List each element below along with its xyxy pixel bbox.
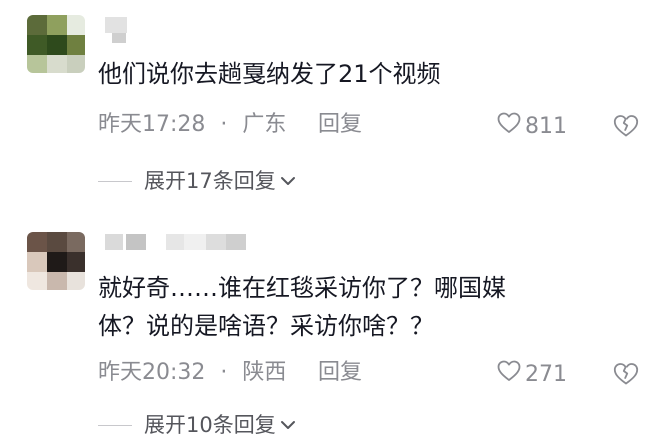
broken-heart-icon <box>613 115 639 142</box>
chevron-down-icon <box>280 175 296 187</box>
expand-replies-button[interactable]: 展开10条回复 <box>98 412 296 438</box>
dislike-button[interactable] <box>613 362 641 388</box>
broken-heart-icon <box>613 363 639 390</box>
expand-replies-label: 展开10条回复 <box>144 413 276 437</box>
expand-replies-button[interactable]: 展开17条回复 <box>98 168 296 194</box>
heart-icon <box>497 112 521 141</box>
comment-time: 昨天17:28 <box>98 112 206 137</box>
divider-dash <box>98 180 132 182</box>
comment-location: 广东 <box>242 112 287 137</box>
expand-replies-label: 展开17条回复 <box>144 169 276 193</box>
divider-dash <box>98 424 132 426</box>
reply-button[interactable]: 回复 <box>318 112 362 138</box>
like-count: 811 <box>525 113 567 139</box>
heart-icon <box>497 360 521 389</box>
chevron-down-icon <box>280 419 296 431</box>
comment-meta: 昨天17:28 · 广东 <box>98 112 286 138</box>
like-count: 271 <box>525 361 567 387</box>
avatar[interactable] <box>27 232 85 290</box>
meta-separator: · <box>220 112 228 137</box>
reply-button[interactable]: 回复 <box>318 360 362 386</box>
comment-location: 陕西 <box>242 360 287 385</box>
comment-time: 昨天20:32 <box>98 360 206 385</box>
dislike-button[interactable] <box>613 114 641 140</box>
comment-text-line-1: 就好奇……谁在红毯采访你了？哪国媒 <box>98 274 506 302</box>
comment-text-line-2: 体？说的是啥语？采访你啥？？ <box>98 312 434 340</box>
like-button[interactable]: 271 <box>497 360 567 389</box>
like-button[interactable]: 811 <box>497 112 567 141</box>
meta-separator: · <box>220 360 228 385</box>
comment-text: 他们说你去趟戛纳发了21个视频 <box>98 60 441 88</box>
comment-meta: 昨天20:32 · 陕西 <box>98 360 286 386</box>
avatar[interactable] <box>27 15 85 73</box>
